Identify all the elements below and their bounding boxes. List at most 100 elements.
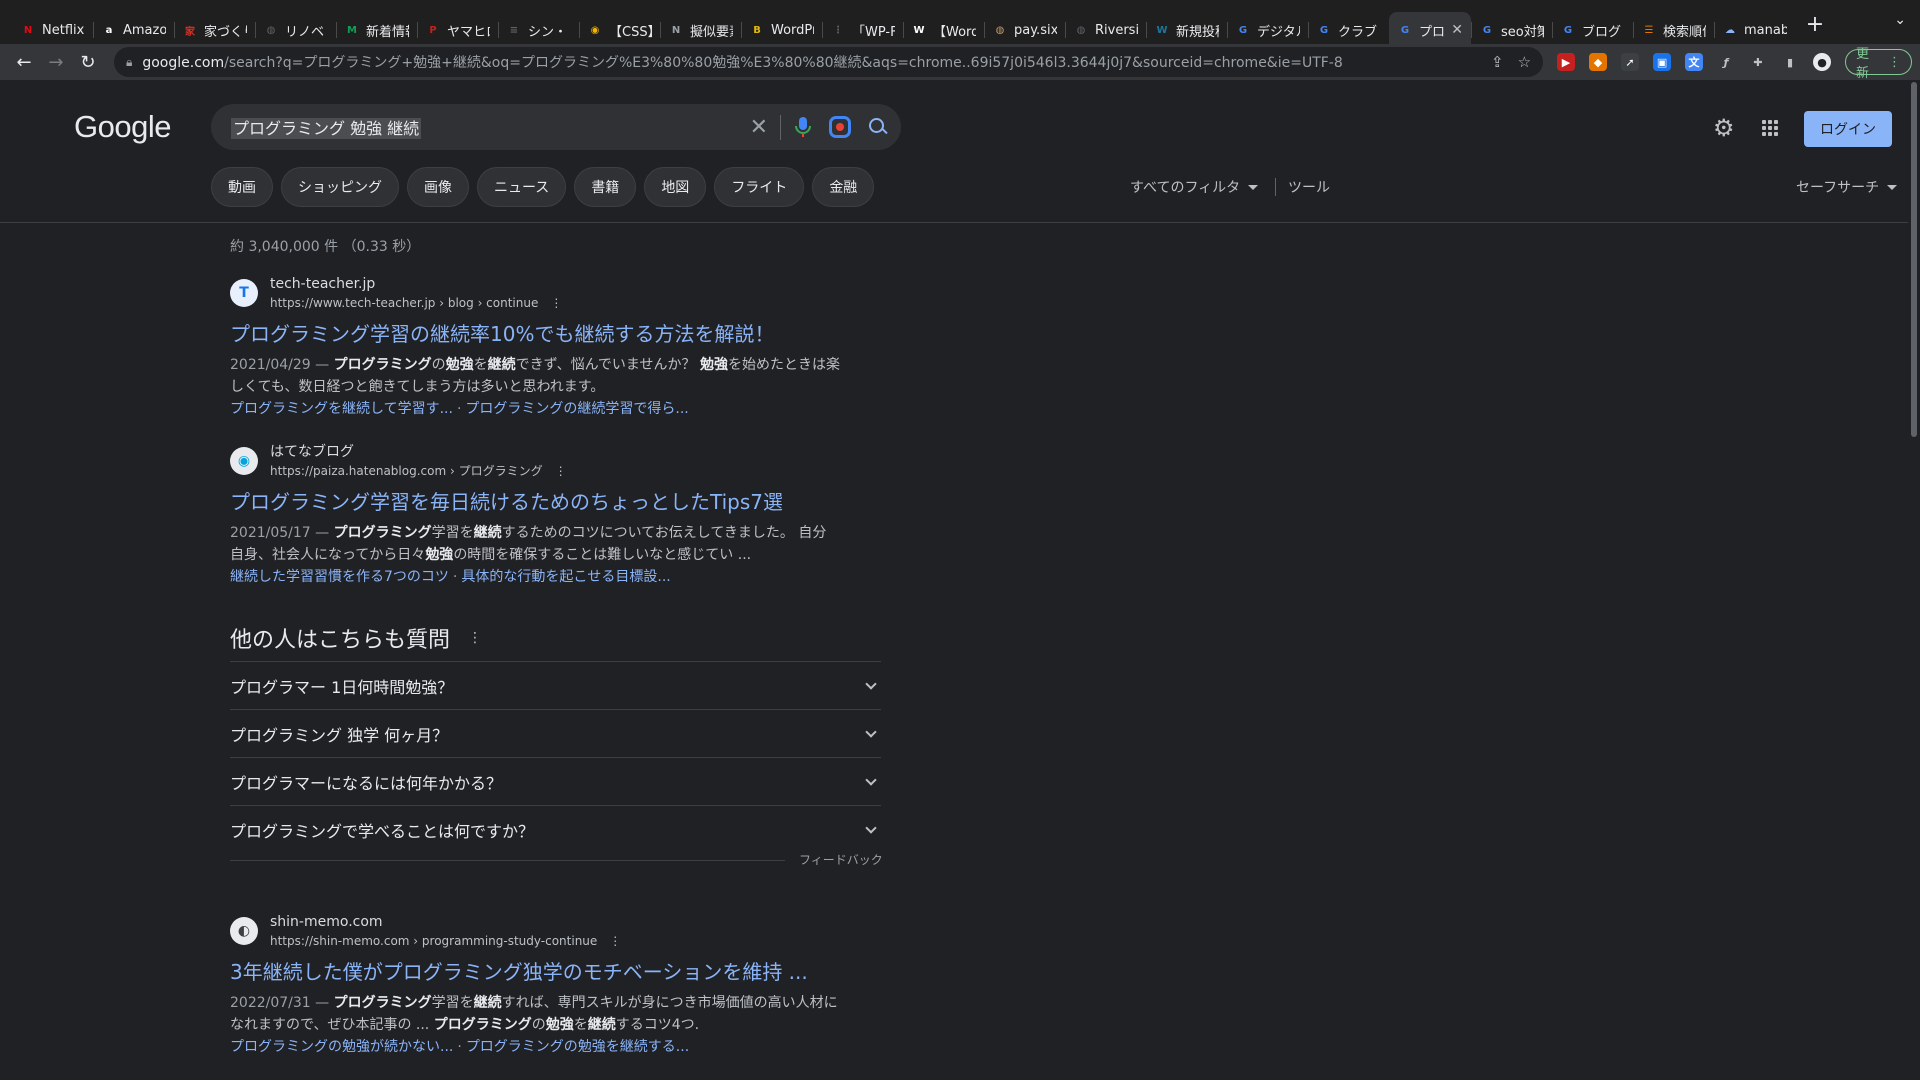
more-options-icon[interactable]: ⋮ [550,294,562,312]
login-button[interactable]: ログイン [1804,111,1892,147]
reload-button[interactable]: ↻ [72,46,104,78]
paa-question[interactable]: プログラマー 1日何時間勉強？ [230,661,881,709]
browser-tab[interactable]: M 新着情報 [336,12,417,48]
extension-cursor-icon[interactable]: ➚ [1621,53,1640,71]
sitelink[interactable]: プログラミングの勉強が続かない... [230,1039,453,1055]
filter-chip[interactable]: 金融 [812,167,875,207]
extensions-puzzle-icon[interactable]: ✚ [1749,53,1767,71]
result-site-name[interactable]: はてなブログ [270,442,567,462]
search-input[interactable]: プログラミング 勉強 継続 [231,115,738,139]
result-cite[interactable]: https://shin-memo.com › programming-stud… [270,932,621,950]
browser-tab[interactable]: ≡ シン・ [498,12,579,48]
extension-youtube-icon[interactable]: ▶ [1557,53,1576,71]
sitelink[interactable]: 具体的な行動を起こせる目標設... [461,569,670,585]
browser-tab[interactable]: W 新規投稿 [1146,12,1227,48]
sitelink[interactable]: プログラミングの勉強を継続する... [466,1039,689,1055]
microphone-icon[interactable] [793,116,813,138]
sitelink[interactable]: 継続した学習習慣を作る7つのコツ [230,569,449,585]
tab-label: シン・ [528,24,568,40]
filter-chip[interactable]: ニュース [477,167,567,207]
browser-tab[interactable]: Gseo対策 [1471,12,1552,48]
lock-icon[interactable]: 🔒︎ [126,55,132,70]
back-button[interactable]: ← [8,46,40,78]
share-icon[interactable]: ⇪ [1491,53,1504,71]
browser-tab[interactable]: G プロ ✕ [1389,12,1471,48]
tools-button[interactable]: ツール [1288,177,1330,197]
all-filters-dropdown[interactable]: すべてのフィルタ [1130,177,1259,197]
paa-question[interactable]: プログラマーになるには何年かかる？ [230,757,881,805]
result-snippet: 2022/07/31 — プログラミング学習を継続すれば、専門スキルが身につき市… [230,995,838,1033]
google-logo[interactable]: Google [74,109,171,145]
site-favicon[interactable]: ◉ [230,447,258,475]
filter-chip[interactable]: 動画 [211,167,273,207]
paa-question[interactable]: プログラミングで学べることは何ですか？ [230,805,881,853]
result-cite[interactable]: https://www.tech-teacher.jp › blog › con… [270,294,562,312]
browser-tab[interactable]: ⋮ 「WP-F [822,12,903,48]
result-snippet: 2021/05/17 — プログラミング学習を継続するためのコツについてお伝えし… [230,525,827,563]
filter-chip[interactable]: フライト [714,167,805,207]
extension-box-icon[interactable]: ▣ [1653,53,1672,71]
browser-tab[interactable]: ◉ 【CSS】 [579,12,660,48]
clear-icon[interactable]: ✕ [738,114,781,140]
result-site-name[interactable]: shin-memo.com [270,912,621,932]
browser-tab[interactable]: G デジタル [1227,12,1308,48]
browser-tab[interactable]: P ヤマヒロ [417,12,498,48]
site-favicon[interactable]: T [230,279,258,307]
site-favicon[interactable]: ◐ [230,917,258,945]
search-box[interactable]: プログラミング 勉強 継続 ✕ [211,104,901,150]
browser-tab[interactable]: B WordPre [741,12,822,48]
tab-favicon-icon: ◍ [266,24,276,36]
browser-tab[interactable]: ☁ manab [1714,12,1795,48]
filter-chip[interactable]: ショッピング [281,167,399,207]
filter-chip[interactable]: 地図 [644,167,707,207]
search-result: ◉ はてなブログ https://paiza.hatenablog.com › … [230,441,840,588]
result-title-link[interactable]: プログラミング学習を毎日続けるためのちょっとしたTips7選 [230,488,840,516]
browser-tab[interactable]: N 擬似要素 [660,12,741,48]
side-panel-icon[interactable]: ▮ [1781,53,1799,71]
result-site-name[interactable]: tech-teacher.jp [270,274,562,294]
extension-translate-icon[interactable]: 文 [1685,53,1704,71]
browser-tab[interactable]: ◍ pay.six [984,12,1065,48]
browser-tab[interactable]: ☰ 検索順位 [1633,12,1714,48]
browser-tab[interactable]: a Amazon [93,12,174,48]
browser-tab[interactable]: 家家づくり [174,12,255,48]
address-bar[interactable]: 🔒︎ google.com/search?q=プログラミング+勉強+継続&oq=… [113,47,1544,77]
tab-favicon-icon: G [1400,24,1410,36]
filter-chip[interactable]: 画像 [407,167,469,207]
update-button[interactable]: 更新 ⋮ [1845,47,1913,81]
browser-tab[interactable]: G クラブ [1308,12,1389,48]
browser-tab[interactable]: W 【Word [903,12,984,48]
profile-avatar-icon[interactable]: ● [1813,53,1832,71]
paa-question[interactable]: プログラミング 独学 何ヶ月？ [230,709,881,757]
bookmark-star-icon[interactable]: ☆ [1518,53,1531,71]
sitelink[interactable]: プログラミングの継続学習で得ら... [465,401,688,417]
result-title-link[interactable]: プログラミング学習の継続率10%でも継続する方法を解説！ [230,320,840,348]
tab-close-icon[interactable]: ✕ [1451,22,1463,38]
browser-tab[interactable]: ◍ Riversi [1065,12,1146,48]
chevron-down-icon [865,773,877,786]
tab-favicon-icon: B [753,24,761,36]
forward-button[interactable]: → [40,46,72,78]
page-scrollbar-thumb[interactable] [1911,82,1917,437]
more-options-icon[interactable]: ⋮ [609,932,621,950]
feedback-link[interactable]: フィードバック [799,851,883,868]
google-lens-icon[interactable] [829,116,851,138]
more-options-icon[interactable]: ⋮ [468,630,482,646]
extension-formula-icon[interactable]: ƒ [1717,53,1735,71]
tab-search-icon[interactable]: ⌄ [1894,12,1906,28]
settings-gear-icon[interactable]: ⚙ [1713,116,1737,140]
new-tab-button[interactable]: + [1797,6,1833,42]
browser-tab[interactable]: ◍ リノベ [255,12,336,48]
result-cite[interactable]: https://paiza.hatenablog.com › プログラミング ⋮ [270,462,567,480]
sitelink[interactable]: プログラミングを継続して学習す... [230,401,453,417]
browser-tab[interactable]: N Netflix [12,12,93,48]
safesearch-dropdown[interactable]: セーフサーチ [1796,177,1898,197]
browser-tab[interactable]: G ブログ [1552,12,1633,48]
search-result: T tech-teacher.jp https://www.tech-teach… [230,273,840,420]
more-options-icon[interactable]: ⋮ [555,462,567,480]
search-icon[interactable] [867,116,889,138]
filter-chip[interactable]: 書籍 [574,167,637,207]
extension-metamask-icon[interactable]: ◆ [1589,53,1608,71]
result-title-link[interactable]: 3年継続した僕がプログラミング独学のモチベーションを維持 ... [230,958,840,986]
google-apps-icon[interactable] [1762,120,1778,136]
